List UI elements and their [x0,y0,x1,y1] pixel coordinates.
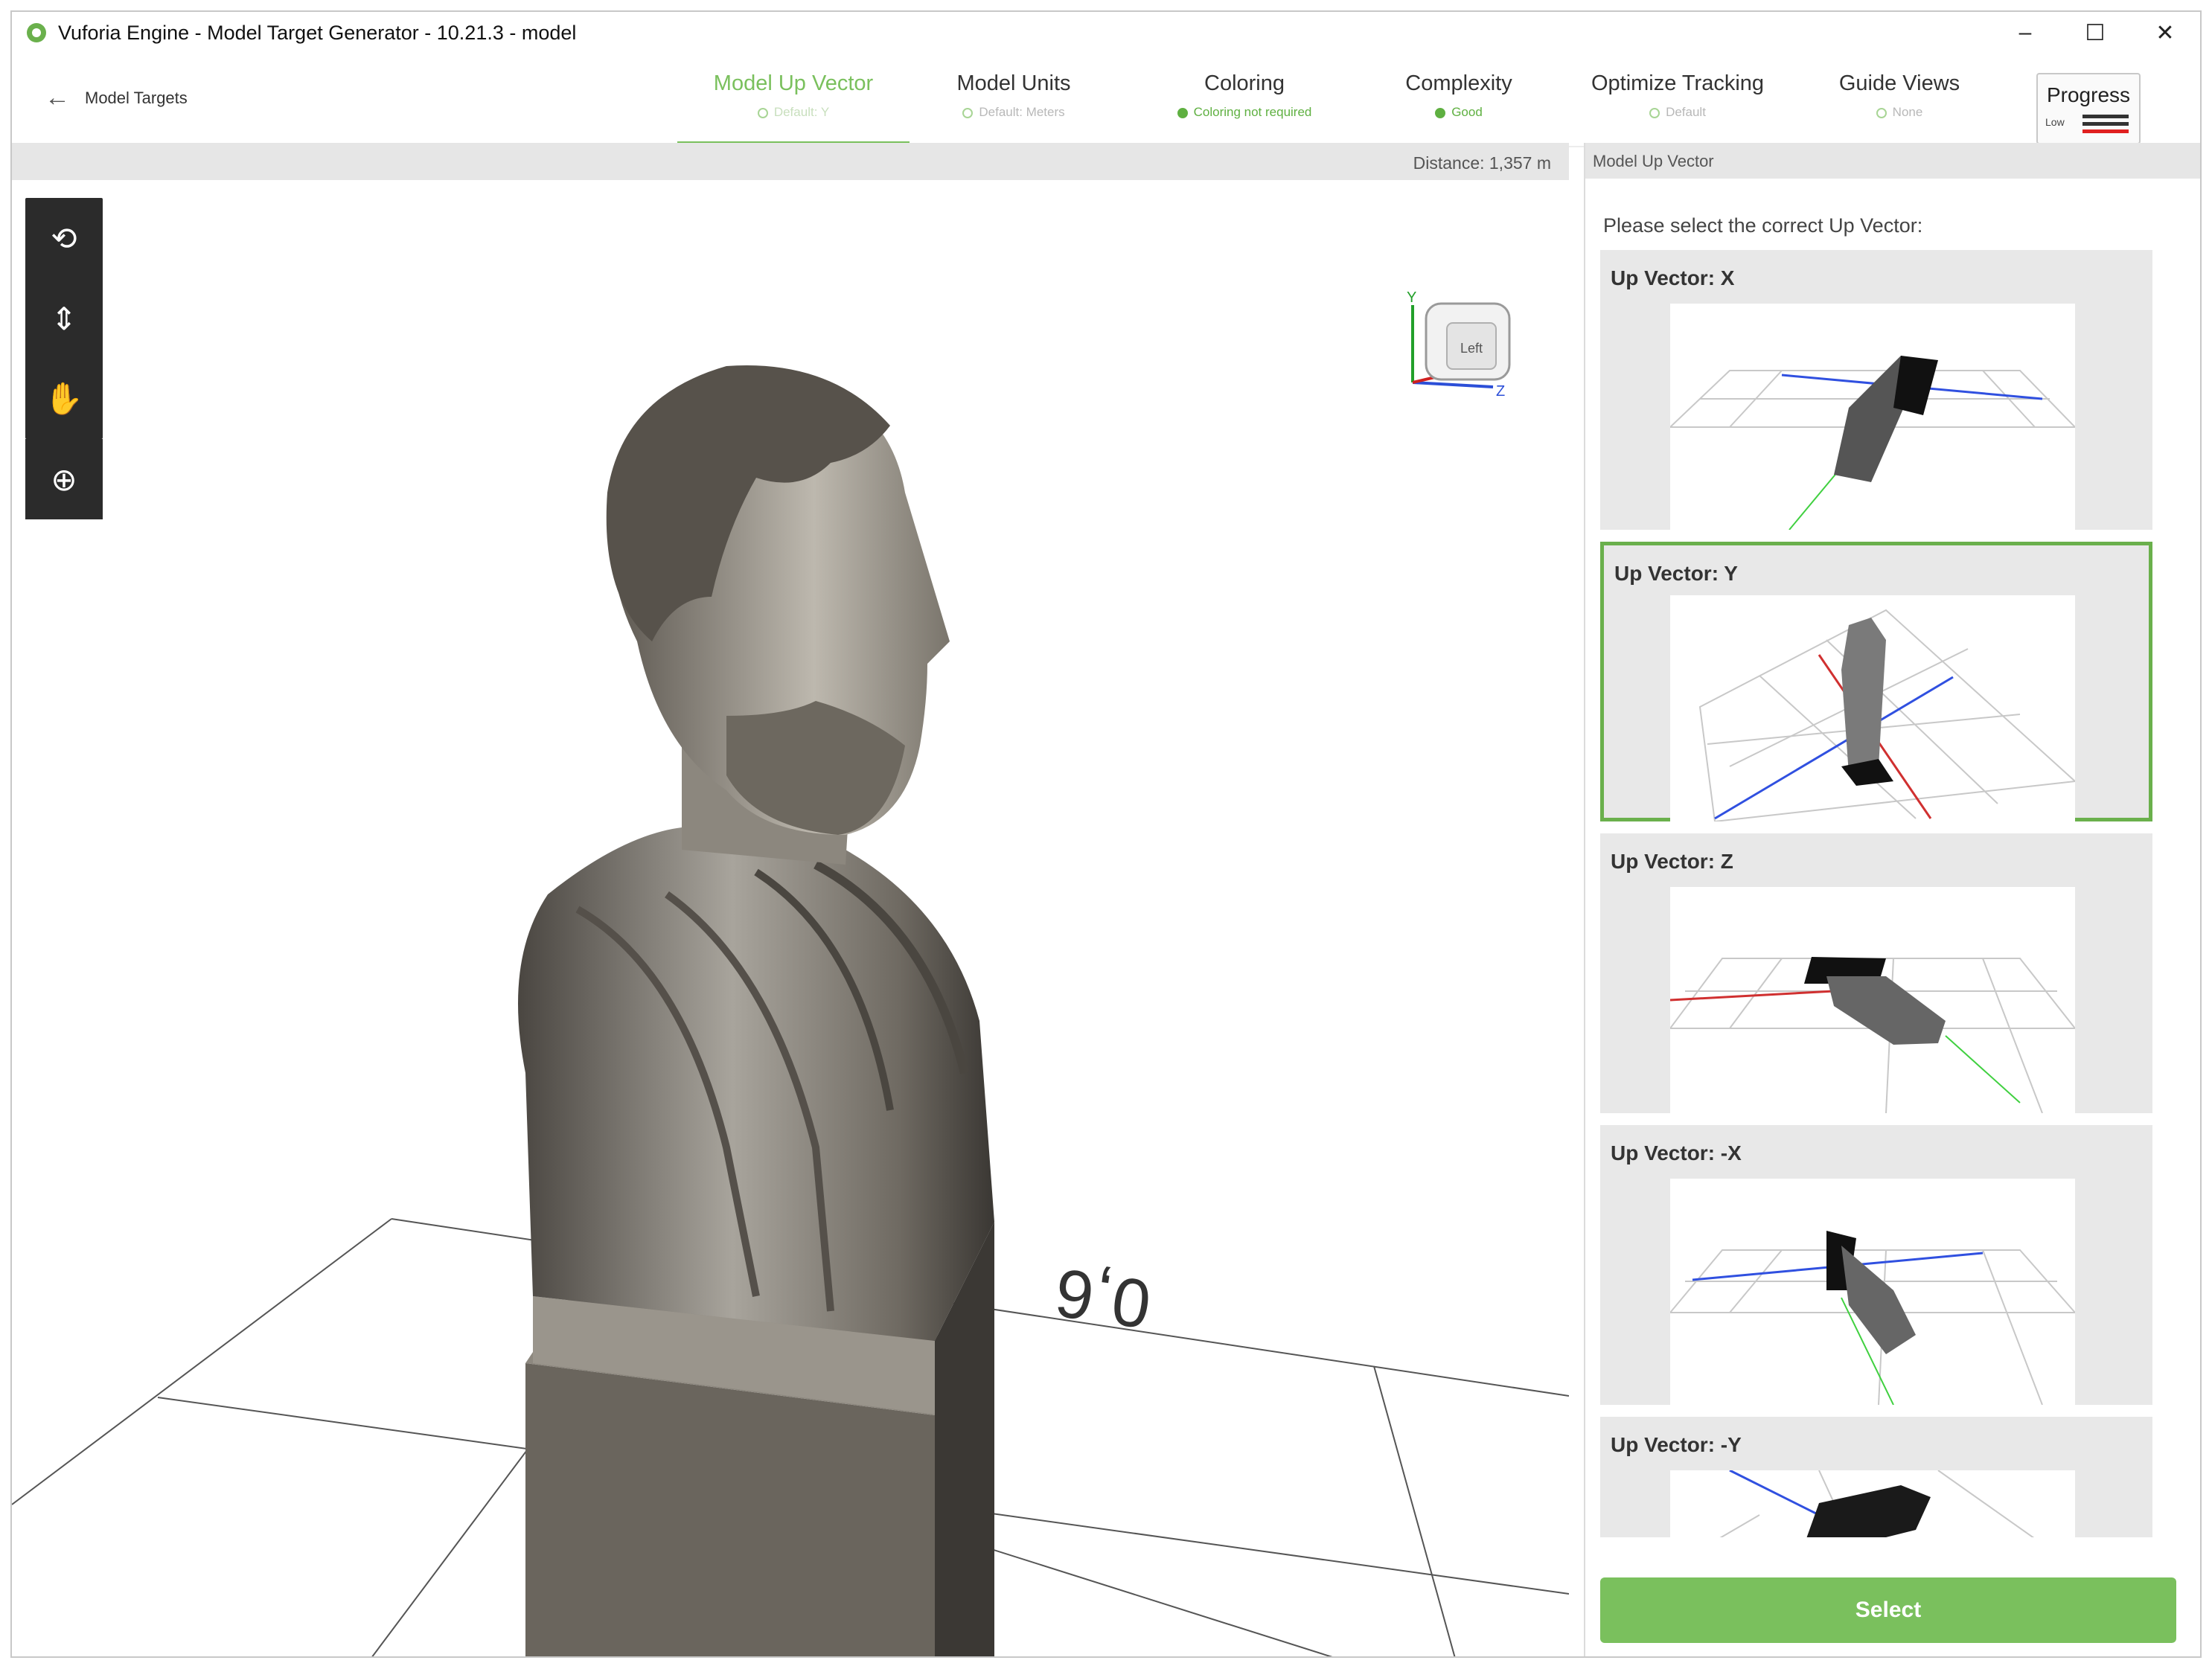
tab-label: Guide Views [1838,71,1960,95]
progress-label: Progress [2046,83,2131,106]
3d-viewport[interactable]: Distance: 1,357 m 0,6 Left Y Z ⟲ ⇕ ✋ ⊕ [12,143,1569,1656]
option-preview [1670,1179,2075,1405]
tab-model-units[interactable]: Model Units Default: Meters [902,71,1125,120]
option-preview [1670,595,2075,821]
status-ok-icon [1435,107,1446,118]
tab-status: Default: Meters [902,105,1125,120]
back-button[interactable]: ← Model Targets [45,83,188,112]
tab-label: Model Units [956,71,1071,95]
tab-label: Optimize Tracking [1591,71,1765,95]
tab-status: Good [1347,105,1570,120]
up-vector-panel: Model Up Vector Please select the correc… [1584,143,2200,1656]
window-controls: – ☐ ✕ [1990,12,2200,54]
tab-status: Default: Y [682,105,905,120]
focus-icon[interactable]: ⊕ [25,439,103,519]
back-label: Model Targets [85,88,188,107]
tab-optimize-tracking[interactable]: Optimize Tracking Default [1566,71,1789,120]
status-pending-icon [757,107,768,118]
distance-bar: Distance: 1,357 m [12,144,1569,180]
tab-complexity[interactable]: Complexity Good [1347,71,1570,120]
up-vector-option-neg-x[interactable]: Up Vector: -X [1600,1125,2152,1405]
zoom-icon[interactable]: ⇕ [25,278,103,359]
tab-status: Default [1566,105,1789,120]
vuforia-logo-icon [27,23,46,42]
camera-toolbar: ⟲ ⇕ ✋ [25,198,103,439]
axis-y-label: Y [1407,289,1416,306]
up-vector-option-x[interactable]: Up Vector: X [1600,250,2152,530]
close-button[interactable]: ✕ [2130,12,2200,54]
option-preview [1670,887,2075,1113]
tab-guide-views[interactable]: Guide Views None [1788,71,2011,120]
maximize-button[interactable]: ☐ [2060,12,2130,54]
minimize-button[interactable]: – [1990,12,2060,54]
distance-readout: Distance: 1,357 m [1413,153,1551,173]
tab-label: Coloring [1204,71,1285,95]
statue-bust-model [518,365,994,1656]
up-vector-options-list: Up Vector: X Up Vector: Y Up Vector: Z U… [1600,250,2157,1537]
up-vector-option-y[interactable]: Up Vector: Y [1600,542,2152,821]
axis-z-label: Z [1496,383,1505,400]
option-label: Up Vector: -Y [1611,1433,1742,1456]
up-vector-option-z[interactable]: Up Vector: Z [1600,833,2152,1113]
view-cube[interactable]: Left Y Z [1407,289,1511,400]
progress-level: Low [2045,116,2065,128]
title-bar: Vuforia Engine - Model Target Generator … [12,12,2200,54]
tab-status: None [1788,105,2011,120]
tab-model-up-vector[interactable]: Model Up Vector Default: Y [682,71,905,120]
step-navigation: ← Model Targets Model Up Vector Default:… [12,54,2200,150]
tab-status: Coloring not required [1133,105,1356,120]
up-vector-option-neg-y[interactable]: Up Vector: -Y [1600,1417,2152,1537]
option-label: Up Vector: Y [1614,562,1738,585]
app-window: Vuforia Engine - Model Target Generator … [10,10,2202,1658]
tab-label: Complexity [1405,71,1512,95]
tab-coloring[interactable]: Coloring Coloring not required [1133,71,1356,120]
select-button[interactable]: Select [1600,1577,2176,1643]
progress-bars-icon [2082,115,2129,137]
tab-label: Model Up Vector [713,71,874,95]
status-pending-icon [1649,107,1660,118]
status-pending-icon [962,107,974,118]
status-ok-icon [1177,107,1188,118]
option-preview [1670,1470,2075,1537]
option-label: Up Vector: Z [1611,850,1733,873]
option-preview [1670,304,2075,530]
panel-header: Model Up Vector [1585,143,2200,179]
view-cube-face-label: Left [1460,341,1483,356]
window-title: Vuforia Engine - Model Target Generator … [58,21,577,44]
option-label: Up Vector: X [1611,266,1735,289]
option-label: Up Vector: -X [1611,1141,1742,1165]
status-pending-icon [1876,107,1887,118]
panel-prompt: Please select the correct Up Vector: [1603,214,1923,237]
pan-icon[interactable]: ✋ [25,359,103,439]
scene-canvas: 0,6 Left Y Z [12,289,1569,1656]
progress-button[interactable]: Progress Low [2036,73,2141,144]
arrow-left-icon: ← [45,83,70,112]
orbit-icon[interactable]: ⟲ [25,198,103,278]
ruler-label: 0,6 [1051,1254,1156,1342]
